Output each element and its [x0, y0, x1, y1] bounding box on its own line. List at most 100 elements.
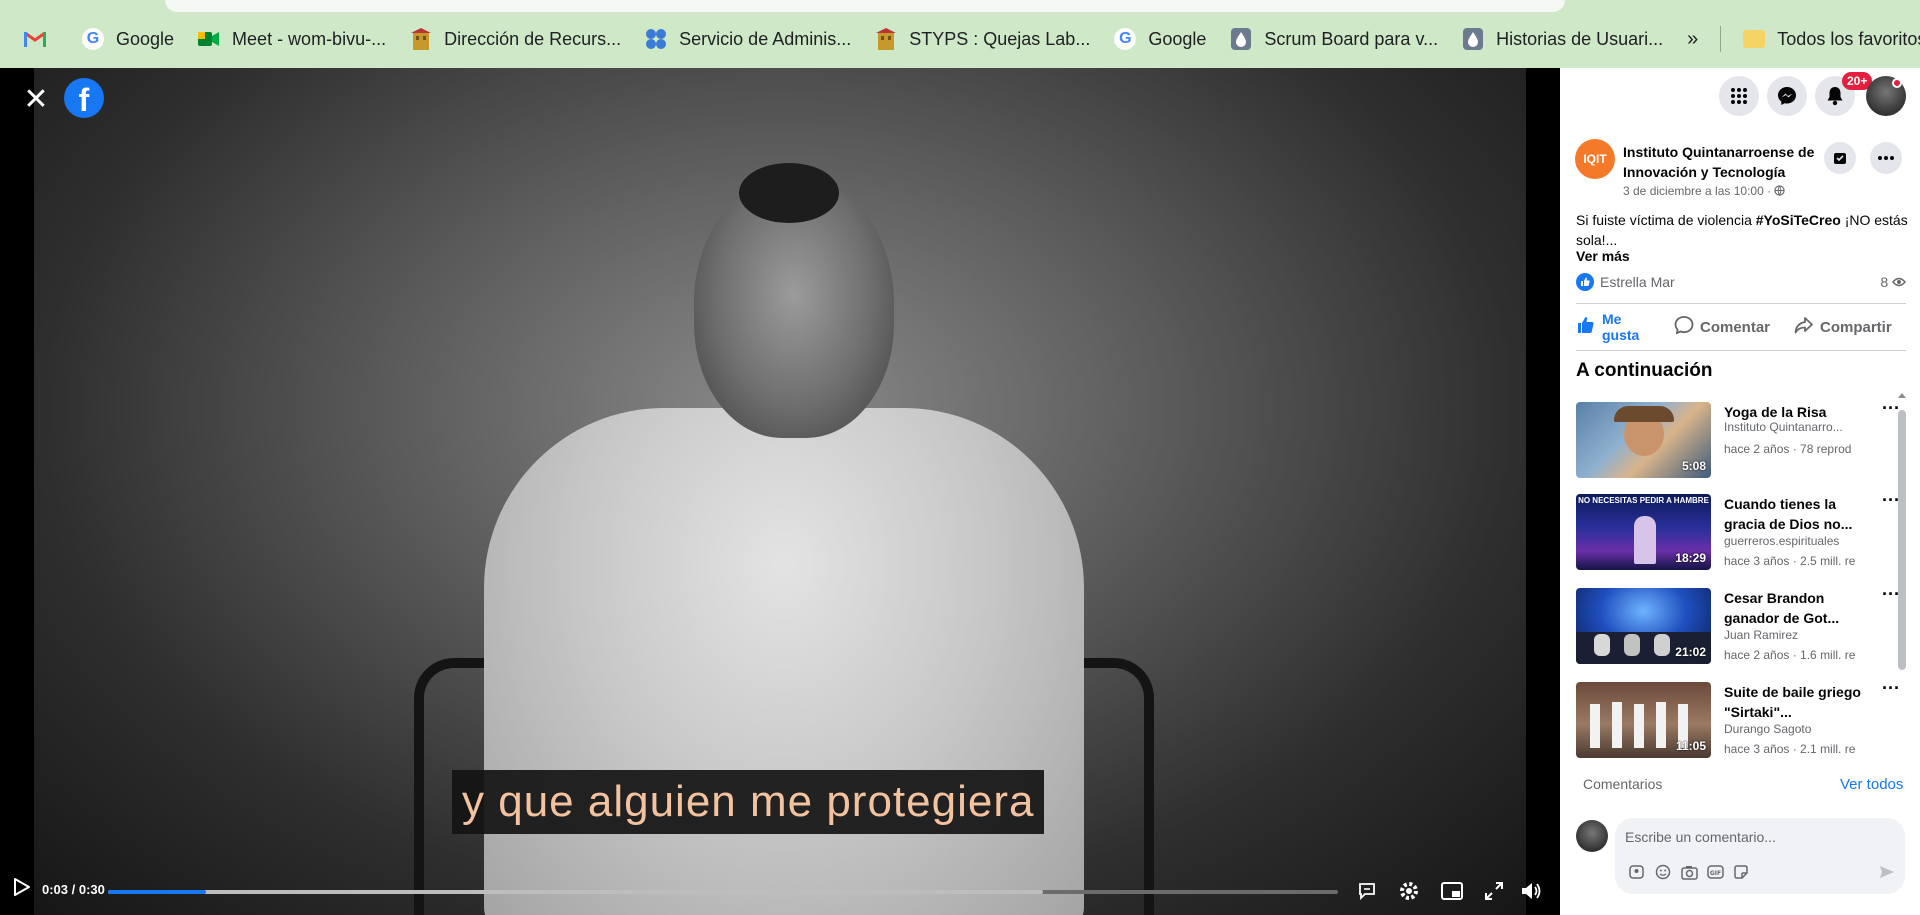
share-button[interactable]: Compartir [1794, 312, 1892, 342]
video-scene-person-body [484, 408, 1084, 915]
video-progress-bar[interactable] [108, 890, 1338, 894]
google-icon: G [1114, 28, 1137, 50]
video-channel: Instituto Quintanarro... [1724, 420, 1843, 434]
save-bookmark-icon[interactable] [1824, 142, 1856, 174]
globe-icon [1774, 184, 1786, 198]
see-all-comments-link[interactable]: Ver todos [1840, 776, 1903, 793]
picture-in-picture-icon[interactable] [1439, 878, 1465, 904]
comment-composer: GIF [1615, 818, 1905, 894]
bookmarks-divider [1720, 26, 1722, 52]
play-icon[interactable] [14, 878, 36, 904]
captions-icon[interactable] [1354, 878, 1380, 904]
messenger-icon[interactable] [1767, 76, 1807, 116]
like-label: Me gusta [1602, 311, 1640, 343]
comment-input[interactable] [1625, 826, 1895, 848]
bookmark-styps-quejas[interactable]: STYPS : Quejas Lab... [863, 24, 1102, 54]
gmail-icon [24, 28, 46, 50]
video-meta: hace 3 años · 2.1 mill. re [1724, 742, 1856, 756]
bookmark-label: Meet - wom-bivu-... [232, 28, 387, 49]
video-thumbnail: 5:08 [1576, 402, 1711, 478]
camera-icon[interactable] [1679, 862, 1699, 882]
video-subtitle: y que alguien me protegiera [452, 770, 1045, 834]
video-duration: 5:08 [1681, 459, 1706, 473]
bookmark-meet[interactable]: Meet - wom-bivu-... [186, 24, 398, 54]
bookmark-label: Google [1148, 28, 1207, 49]
video-scene-person-hair [739, 163, 839, 223]
see-more-link[interactable]: Ver más [1576, 248, 1630, 264]
bookmark-direccion-recursos[interactable]: Dirección de Recurs... [398, 24, 633, 54]
user-avatar[interactable] [1576, 820, 1608, 852]
post-text-before: Si fuiste víctima de violencia [1576, 212, 1756, 228]
svg-text:GIF: GIF [1709, 870, 1720, 877]
video-channel: Juan Ramirez [1724, 628, 1799, 642]
menu-grid-icon[interactable] [1719, 76, 1759, 116]
video-player[interactable]: y que alguien me protegiera ✕ f 0:03 / 0… [0, 68, 1560, 915]
like-reaction-icon [1576, 273, 1594, 292]
post-text: Si fuiste víctima de violencia #YoSiTeCr… [1576, 210, 1916, 250]
video-thumbnail: 21:02 [1576, 588, 1711, 664]
bookmarks-bar: G Google Meet - wom-bivu-... Dirección d… [0, 0, 1920, 68]
like-button[interactable]: Me gusta [1576, 311, 1650, 343]
bookmarks-overflow-button[interactable]: » [1675, 28, 1710, 51]
bookmark-label: Todos los favoritos [1777, 28, 1920, 49]
share-arrow-icon [1794, 315, 1820, 339]
bookmark-google-1[interactable]: G Google [70, 24, 186, 54]
video-thumbnail: 11:05 [1576, 682, 1711, 758]
video-duration: 21:02 [1675, 645, 1706, 659]
sat-icon [645, 28, 667, 50]
bookmark-servicio-administracion[interactable]: Servicio de Adminis... [633, 24, 863, 54]
facebook-logo-icon[interactable]: f [64, 78, 104, 118]
address-bar-edge [165, 0, 1565, 12]
more-options-icon[interactable] [1870, 142, 1902, 174]
bookmark-label: Google [116, 28, 175, 49]
video-title: Yoga de la Risa [1724, 404, 1827, 420]
scrollbar-thumb[interactable] [1898, 410, 1906, 670]
recommended-video[interactable]: NO NECESITAS PEDIR A HAMBRE 18:29 Cuando… [1576, 490, 1906, 570]
close-icon[interactable]: ✕ [16, 80, 56, 120]
video-progress-played [108, 890, 207, 894]
gif-icon[interactable]: GIF [1705, 862, 1725, 882]
fullscreen-icon[interactable] [1481, 878, 1507, 904]
recommended-video[interactable]: 21:02 Cesar Brandon ganador de Got... Ju… [1576, 584, 1906, 664]
drop-icon [1230, 28, 1252, 50]
view-count: 8 [1880, 274, 1906, 290]
bookmark-all-favorites[interactable]: Todos los favoritos [1731, 24, 1920, 54]
folder-icon [1743, 30, 1766, 48]
sticker-icon[interactable] [1731, 862, 1751, 882]
video-meta: hace 2 años · 78 reprod [1724, 442, 1852, 456]
avatar-sticker-icon[interactable] [1627, 862, 1647, 882]
post-reactions[interactable]: Estrella Mar 8 [1576, 273, 1906, 294]
volume-icon[interactable] [1519, 878, 1545, 904]
bookmark-historias-usuario[interactable]: Historias de Usuari... [1450, 24, 1675, 54]
video-title: Cesar Brandon ganador de Got... [1724, 590, 1840, 626]
bookmark-scrum-board[interactable]: Scrum Board para v... [1218, 24, 1450, 54]
post-hashtag[interactable]: #YoSiTeCreo [1756, 212, 1841, 228]
building-icon [875, 28, 897, 50]
emoji-icon[interactable] [1653, 862, 1673, 882]
bookmark-google-2[interactable]: G Google [1102, 24, 1218, 54]
post-author[interactable]: Instituto Quintanarroense de Innovación … [1623, 142, 1823, 182]
comment-label: Comentar [1700, 318, 1771, 336]
comment-button[interactable]: Comentar [1674, 312, 1770, 342]
bookmark-gmail[interactable] [12, 24, 70, 54]
up-next-heading: A continuación [1576, 360, 1713, 381]
eye-icon [1892, 274, 1906, 290]
building-icon [410, 28, 432, 50]
scroll-up-icon[interactable] [1896, 390, 1908, 400]
settings-gear-icon[interactable] [1396, 878, 1422, 904]
video-meta: hace 3 años · 2.5 mill. re [1724, 554, 1856, 568]
bookmark-label: Historias de Usuari... [1496, 28, 1664, 49]
recommendations-scrollbar[interactable] [1896, 388, 1908, 763]
post-date[interactable]: 3 de diciembre a las 10:00 · [1623, 184, 1786, 198]
liker-name: Estrella Mar [1600, 274, 1675, 290]
bookmark-label: Scrum Board para v... [1264, 28, 1439, 49]
recommended-video[interactable]: 5:08 Yoga de la Risa Instituto Quintanar… [1576, 398, 1906, 478]
page-avatar[interactable]: IQIT [1575, 139, 1615, 179]
send-icon[interactable] [1877, 862, 1897, 882]
video-channel: Durango Sagoto [1724, 722, 1812, 736]
bookmark-label: Dirección de Recurs... [444, 28, 622, 49]
video-meta: hace 2 años · 1.6 mill. re [1724, 648, 1856, 662]
view-count-value: 8 [1880, 274, 1889, 290]
recommended-video[interactable]: 11:05 Suite de baile griego "Sirtaki"...… [1576, 678, 1906, 758]
google-icon: G [82, 28, 104, 50]
